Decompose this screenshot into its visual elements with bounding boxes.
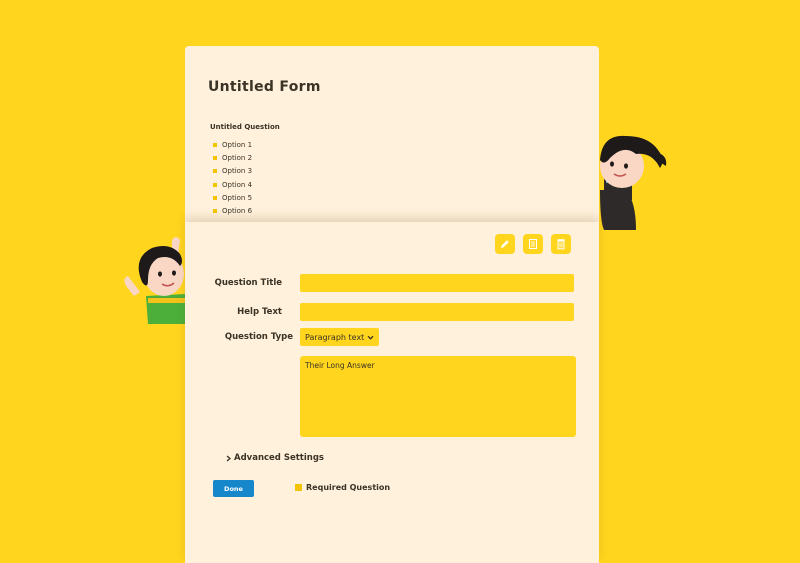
chevron-right-icon [226, 455, 231, 461]
option-item[interactable]: Option 6 [213, 204, 252, 217]
bullet-icon [213, 209, 217, 214]
delete-button[interactable] [551, 234, 571, 254]
required-question-label: Required Question [306, 483, 391, 492]
option-item[interactable]: Option 1 [213, 138, 252, 151]
option-item[interactable]: Option 4 [213, 178, 252, 191]
bullet-icon [213, 195, 217, 200]
question-title-label: Question Title [214, 278, 282, 288]
long-answer-field[interactable]: Their Long Answer [300, 356, 576, 437]
question-title[interactable]: Untitled Question [210, 123, 280, 131]
page-background: Untitled Form Untitled Question Option 1… [0, 0, 800, 563]
form-preview-card: Untitled Form Untitled Question Option 1… [185, 46, 599, 226]
bullet-icon [213, 169, 217, 174]
option-item[interactable]: Option 3 [213, 165, 252, 178]
required-checkbox[interactable] [295, 484, 302, 491]
done-button[interactable]: Done [213, 480, 254, 497]
edit-button[interactable] [495, 234, 515, 254]
trash-icon [557, 239, 565, 250]
advanced-settings-toggle[interactable]: Advanced Settings [226, 453, 324, 463]
question-title-input[interactable] [300, 274, 574, 292]
help-text-input[interactable] [300, 303, 574, 321]
bullet-icon [213, 155, 217, 160]
editor-toolbar [495, 234, 571, 254]
pencil-icon [501, 240, 509, 248]
help-text-label: Help Text [237, 307, 282, 317]
question-editor-card: Question Title Help Text Question Type P… [185, 222, 599, 563]
option-list: Option 1 Option 2 Option 3 Option 4 Opti… [213, 138, 252, 218]
copy-icon [529, 239, 537, 249]
option-item[interactable]: Option 5 [213, 191, 252, 204]
form-title[interactable]: Untitled Form [208, 79, 321, 95]
question-type-select[interactable]: Paragraph text [300, 328, 380, 346]
bullet-icon [213, 142, 217, 147]
duplicate-button[interactable] [523, 234, 543, 254]
long-answer-placeholder: Their Long Answer [305, 361, 375, 370]
required-question-toggle[interactable]: Required Question [295, 483, 390, 492]
chevron-down-icon [367, 335, 374, 340]
option-item[interactable]: Option 2 [213, 151, 252, 164]
question-type-label: Question Type [224, 332, 293, 342]
character-illustration-right [600, 135, 667, 230]
bullet-icon [213, 182, 217, 187]
